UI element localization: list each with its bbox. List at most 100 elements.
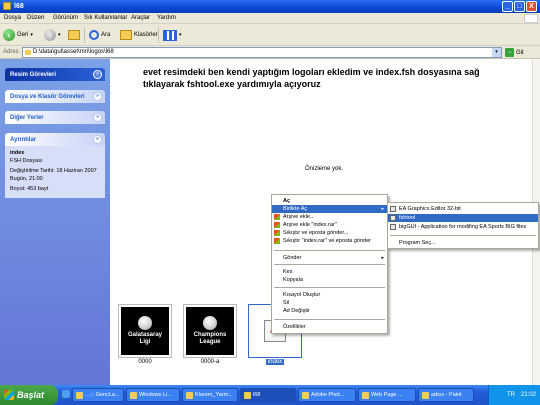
up-folder-icon [68,30,80,40]
thumb-art-line: League [199,339,221,345]
thumb-art-line: Ligi [139,339,151,345]
menu-item-delete[interactable]: Sil [272,299,387,307]
back-label: Geri [17,32,29,38]
thumbnail-label: 0000-a [183,359,237,365]
open-with-ea-graphics-editor[interactable]: EA Graphics Editor 32-bit [388,205,538,213]
views-dropdown-icon: ▾ [179,32,182,38]
menu-item-rename[interactable]: Ad Değiştir [272,307,387,315]
menu-item-label: Özellikler [283,324,306,330]
thumb-art-line: Champions [193,332,227,338]
menu-item-label: Gönder [283,255,302,261]
chevron-down-icon[interactable]: » [93,70,102,79]
menu-bar: Dosya Düzen Görünüm Sık Kullanılanlar Ar… [0,13,540,24]
thumbnail-label-text: 0000-a [200,359,220,365]
go-label: Git [516,49,524,56]
start-button[interactable]: Başlat [0,385,58,405]
other-places-title: Diğer Yerler [10,114,44,121]
folder-icon [244,391,251,399]
taskbar-item-windows-live[interactable]: Windows Li... [126,388,180,402]
search-button[interactable]: Ara [89,27,110,43]
thumbnail-0000-a[interactable]: Champions League [183,304,237,358]
menu-item-add-archive[interactable]: Arşive ekle... [272,213,387,221]
menu-item-add-index-rar[interactable]: Arşive ekle "index.rar" [272,221,387,229]
taskbar-item-web-page[interactable]: Web Page ... [358,388,416,402]
minimize-button[interactable]: _ [502,1,513,12]
menu-item-compress-index-email[interactable]: Sıkıştır "index.rar" ve eposta gönder [272,237,387,245]
logo-image: Galatasaray Ligi [121,307,169,355]
address-label: Adres [3,49,19,55]
menu-item-properties[interactable]: Özellikler [272,323,387,331]
submenu-arrow-icon: ▸ [381,255,384,261]
address-value: D:\data\gul\asset\mri\logos\l68 [33,49,114,55]
maximize-button[interactable]: □ [514,1,525,12]
taskbar-item-l68[interactable]: l68 [240,388,296,402]
taskbar-item-klarem[interactable]: Klarem_Yarm... [182,388,238,402]
taskbar-item-label: ....:: GencLa... [85,392,120,398]
taskbar-item-adobe-photoshop[interactable]: Adobe Phot... [298,388,356,402]
taskbar-item-genclacademy[interactable]: ....:: GencLa... [72,388,124,402]
menu-edit[interactable]: Düzen [27,15,44,21]
forward-button[interactable]: › ▾ [44,27,61,43]
app-icon [302,391,309,399]
quicklaunch-ie-icon[interactable] [62,390,70,398]
go-button[interactable]: → Git [505,47,524,58]
menu-separator [274,287,385,288]
menu-item-open[interactable]: Aç [272,197,387,205]
menu-separator [390,235,536,236]
thumbnail-0000[interactable]: Galatasaray Ligi [118,304,172,358]
toolbar-separator [158,27,159,43]
chevron-up-icon[interactable]: « [93,135,102,144]
chevron-down-icon[interactable]: » [93,113,102,122]
thumbnail-label: 0000 [118,359,172,365]
other-places-box: Diğer Yerler » [5,111,105,124]
thumbnail-label: index [248,359,302,365]
ball-icon [203,316,217,330]
open-with-choose-program[interactable]: Program Seç... [388,239,538,247]
taskbar-item-paint[interactable]: adsız - Paint [418,388,474,402]
close-button[interactable]: X [526,1,537,12]
menu-favorites[interactable]: Sık Kullanılanlar [84,15,127,21]
back-dropdown-icon: ▾ [30,32,33,38]
menu-help[interactable]: Yardım [157,15,176,21]
details-header[interactable]: Ayrıntılar « [5,133,105,146]
menu-item-copy[interactable]: Kopyala [272,276,387,284]
menu-tools[interactable]: Araçlar [131,15,150,21]
picture-tasks-header[interactable]: Resim Görevleri » [5,68,105,81]
title-bar: l68 _ □ X [0,0,540,13]
folder-icon [3,2,11,10]
menu-item-create-shortcut[interactable]: Kısayol Oluştur [272,291,387,299]
chevron-down-icon[interactable]: » [93,92,102,101]
folders-button[interactable]: Klasörler [120,27,158,43]
views-button[interactable]: ▾ [163,27,182,43]
menu-item-label: Ad Değiştir [283,308,310,314]
back-button[interactable]: ‹ Geri ▾ [3,27,33,43]
menu-view[interactable]: Görünüm [53,15,78,21]
windows-logo-icon [524,14,538,23]
search-icon [89,30,99,40]
menu-item-send-to[interactable]: Gönder ▸ [272,254,387,262]
open-with-fshtool[interactable]: fshtool [388,214,538,222]
taskbar-item-label: Adobe Phot... [311,392,345,398]
menu-item-cut[interactable]: Kes [272,268,387,276]
detail-type: FSH Dosyası [10,157,43,164]
menu-item-open-with[interactable]: Birlikte Aç ▸ [272,205,387,213]
app-icon [390,224,396,230]
language-indicator[interactable]: TR [507,392,515,398]
menu-item-label: Arşive ekle... [283,214,315,220]
menu-file[interactable]: Dosya [4,15,21,21]
address-dropdown-icon[interactable]: ▾ [492,48,501,57]
start-label: Başlat [17,390,45,400]
open-with-biggui[interactable]: bigGUI - Application for modifing EA Spo… [388,223,538,231]
menu-item-label: Aç [283,198,291,204]
no-preview-text: Önizleme yok. [305,166,344,172]
file-folder-tasks-box: Dosya ve Klasör Görevleri » [5,90,105,103]
forward-arrow-icon: › [44,29,56,41]
menu-item-label: EA Graphics Editor 32-bit [399,206,461,212]
menu-item-compress-email[interactable]: Sıkıştır ve eposta gönder... [272,229,387,237]
clock[interactable]: 21:02 [521,392,536,398]
file-folder-tasks-header[interactable]: Dosya ve Klasör Görevleri » [5,90,105,103]
details-body: index FSH Dosyası Değiştirilme Tarihi: 1… [5,146,105,198]
other-places-header[interactable]: Diğer Yerler » [5,111,105,124]
up-folder-button[interactable] [68,27,80,43]
address-input[interactable]: D:\data\gul\asset\mri\logos\l68 ▾ [22,47,502,58]
